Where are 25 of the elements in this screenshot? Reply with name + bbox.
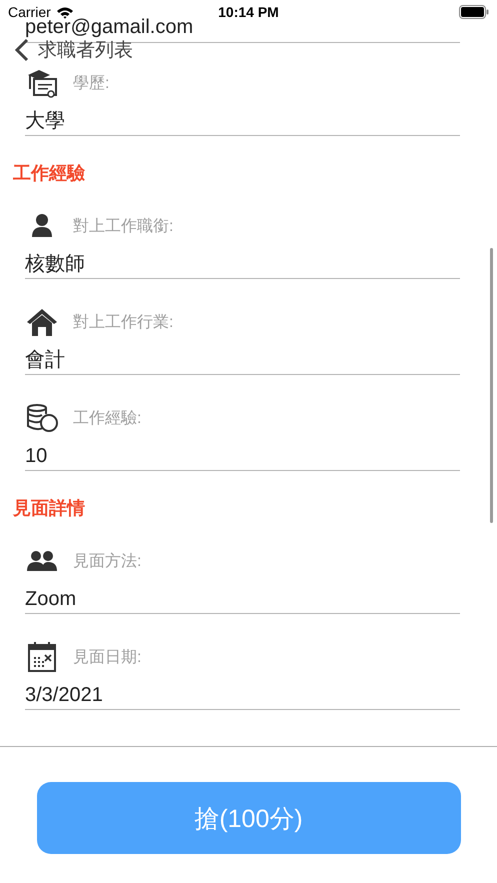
field-label: 對上工作行業: (73, 312, 174, 332)
field-value[interactable]: 核數師 (25, 250, 460, 279)
field-label: 對上工作職銜: (73, 216, 174, 236)
field-label: 見面方法: (73, 552, 142, 572)
house-icon (25, 306, 59, 338)
wifi-icon (56, 6, 74, 18)
field-value[interactable]: 3/3/2021 (25, 681, 460, 710)
email-value[interactable]: peter@gamail.com (25, 17, 194, 37)
back-button[interactable]: 求職者列表 (14, 37, 133, 63)
field-value[interactable]: 大學 (25, 107, 460, 136)
field-value[interactable]: Zoom (25, 585, 460, 614)
coins-icon (25, 402, 59, 434)
status-time: 10:14 PM (218, 4, 279, 20)
calendar-icon (25, 641, 59, 673)
field-value[interactable]: 10 (25, 442, 460, 471)
back-chevron-icon (14, 38, 30, 62)
field-value[interactable]: 會計 (25, 346, 460, 375)
back-label[interactable]: 求職者列表 (38, 37, 133, 63)
field-label: 見面日期: (73, 648, 142, 668)
carrier-label: Carrier (8, 4, 51, 20)
field-label: 學歷: (73, 74, 110, 94)
field-label: 工作經驗: (73, 408, 142, 428)
section-title: 工作經驗 (13, 162, 86, 185)
battery-icon (459, 5, 489, 19)
section-title: 見面詳情 (13, 497, 86, 520)
